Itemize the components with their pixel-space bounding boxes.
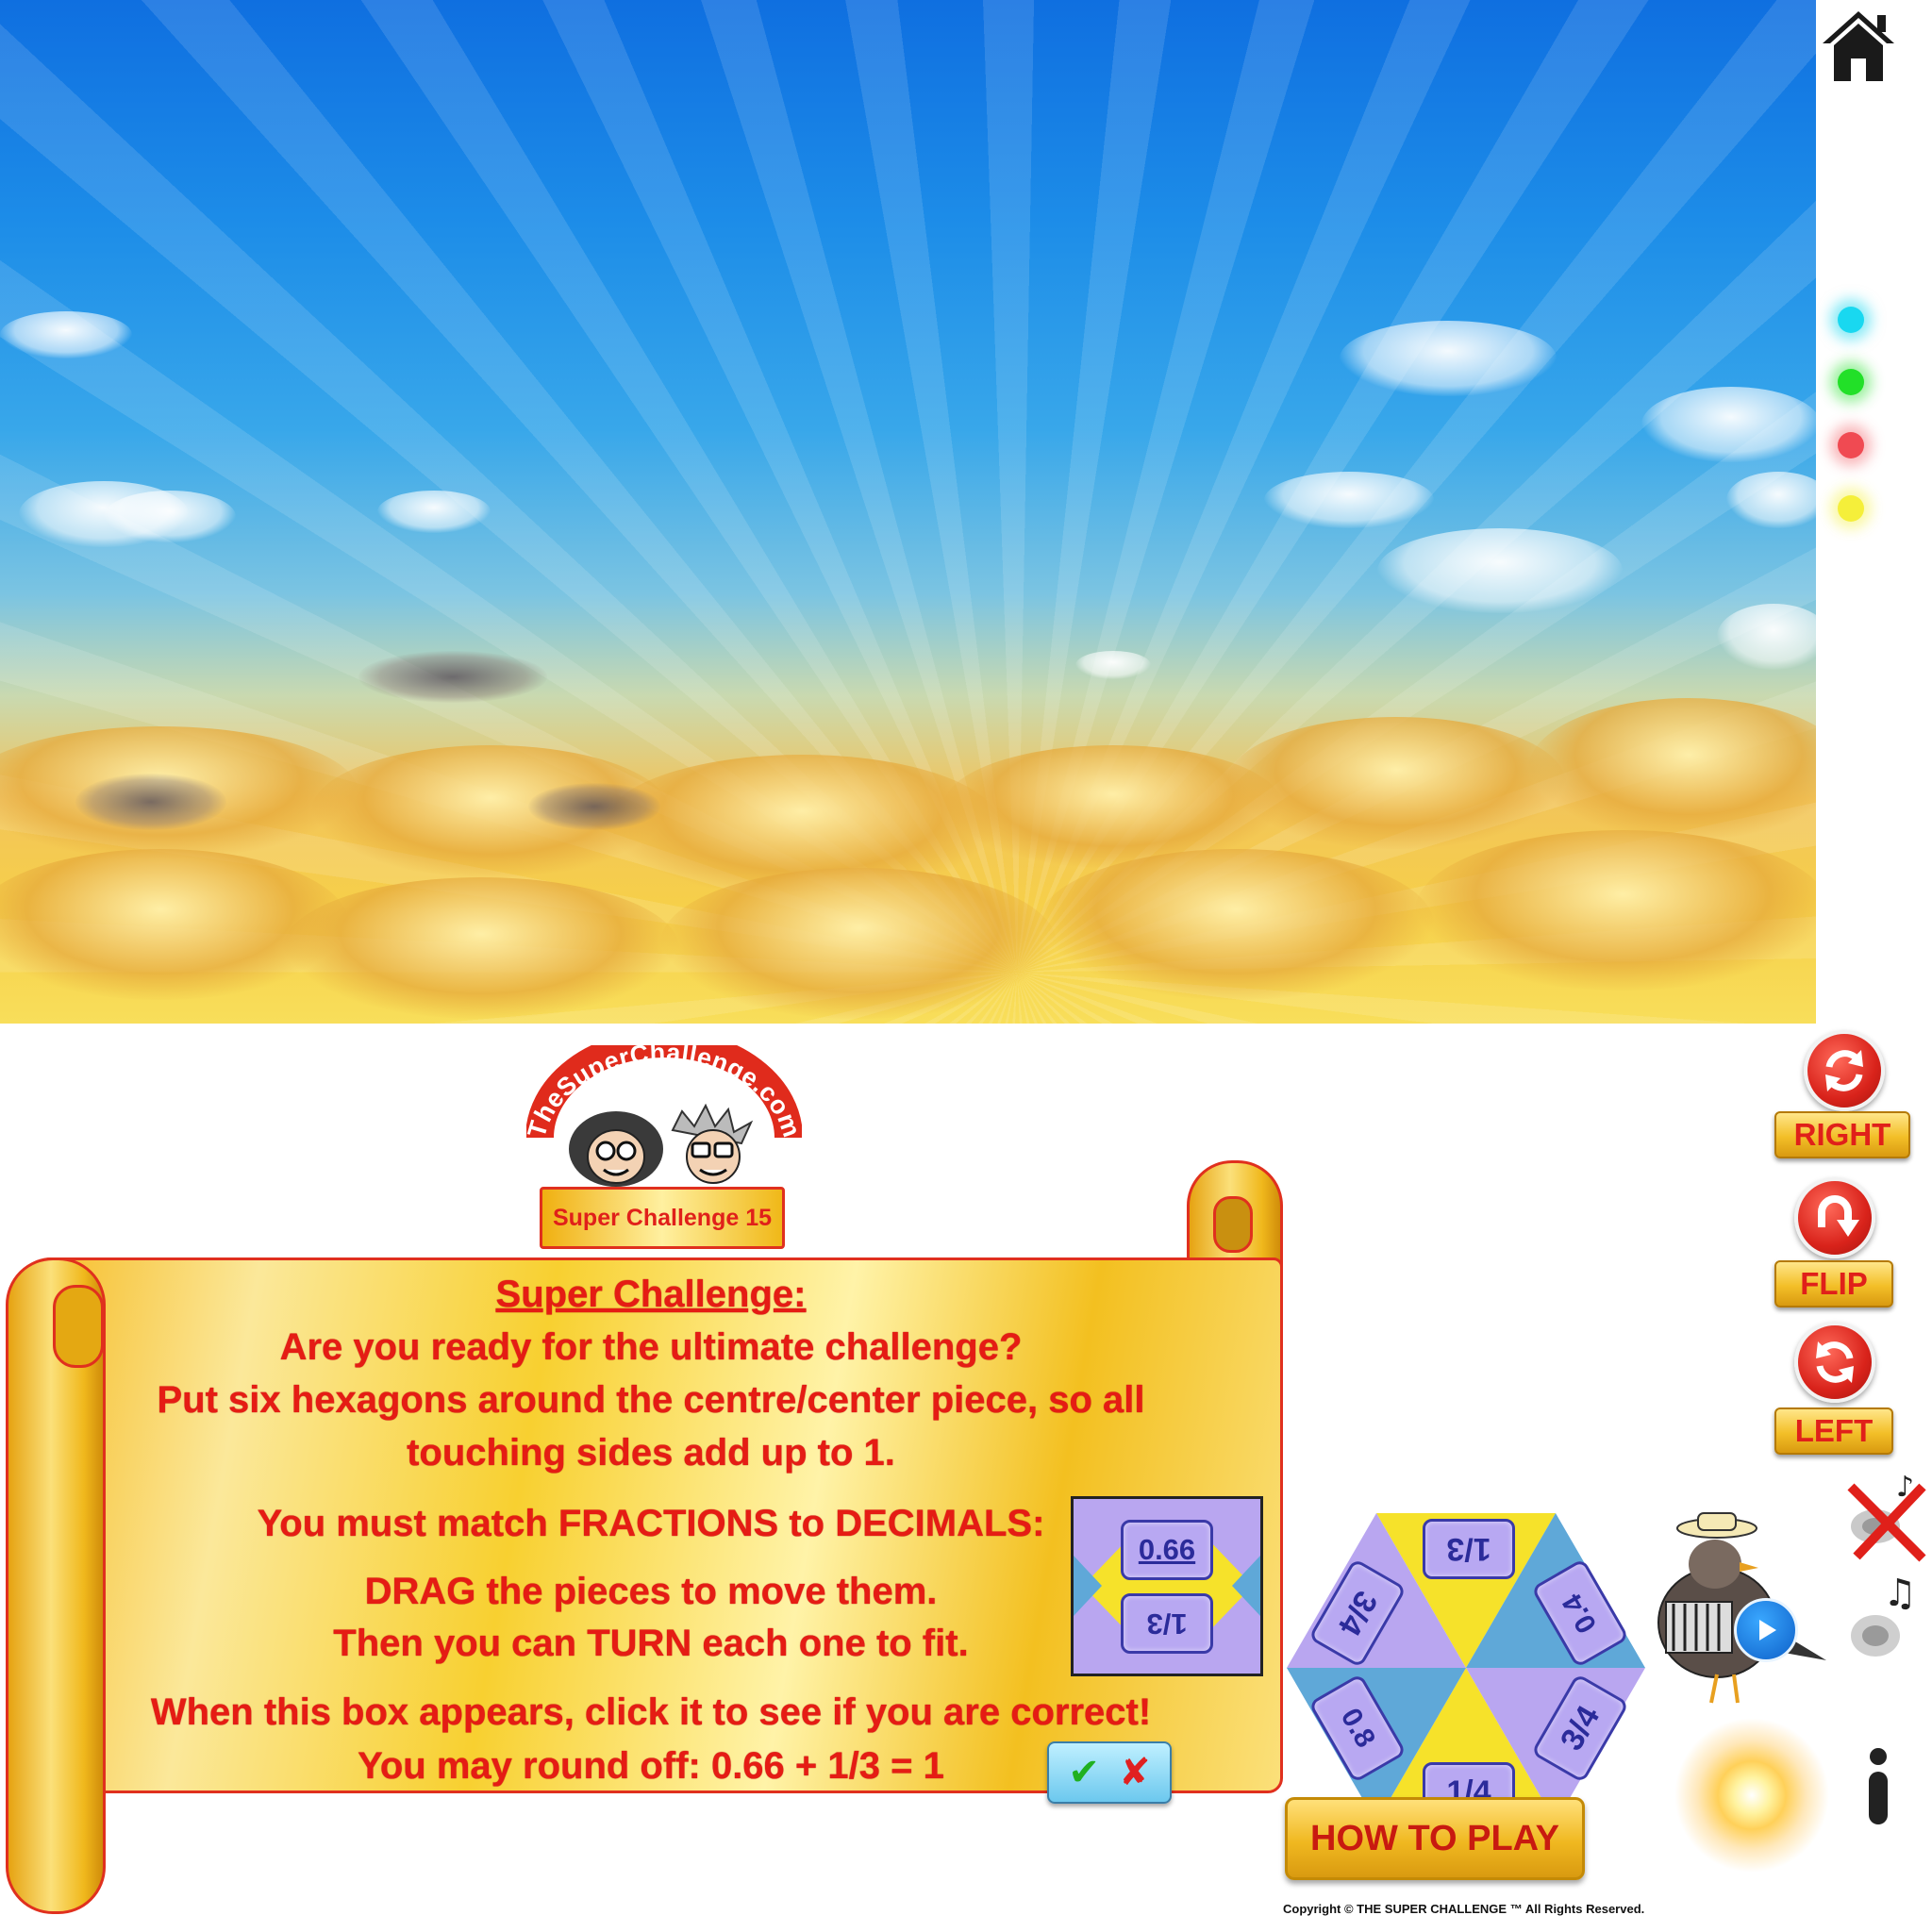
how-to-play-button[interactable]: HOW TO PLAY [1285, 1797, 1585, 1880]
indicator-red [1838, 432, 1864, 458]
bird-icon [1657, 1512, 1826, 1704]
flip-button[interactable] [1794, 1177, 1875, 1258]
example-tile-bottom: 1/3 [1121, 1593, 1213, 1654]
flip-label[interactable]: FLIP [1774, 1260, 1893, 1307]
example-image: 0.66 1/3 [1071, 1496, 1263, 1676]
check-icon: ✔ [1068, 1751, 1100, 1794]
rotate-left-icon [1816, 1341, 1854, 1383]
instructions-line-8: You may round off: 0.66 + 1/3 = 1 [358, 1745, 944, 1787]
sky-background [0, 0, 1816, 1024]
indicator-cyan [1838, 307, 1864, 333]
rotate-right-label[interactable]: RIGHT [1774, 1111, 1910, 1158]
info-button[interactable] [1855, 1745, 1902, 1830]
indicator-yellow [1838, 495, 1864, 522]
flip-icon [1818, 1195, 1859, 1237]
home-icon [1823, 11, 1894, 81]
instructions-line-7: When this box appears, click it to see i… [150, 1691, 1152, 1733]
home-button[interactable] [1819, 6, 1898, 85]
sound-on-icon: ♫ [1851, 1572, 1917, 1657]
indicator-green [1838, 369, 1864, 395]
instructions-line-1: Are you ready for the ultimate challenge… [279, 1326, 1023, 1368]
instructions-line-5: DRAG the pieces to move them. [364, 1571, 938, 1612]
sound-on-button[interactable]: ♫ [1838, 1572, 1932, 1666]
rotate-right-icon [1825, 1050, 1863, 1091]
mascot-bird [1641, 1509, 1830, 1707]
sound-off-icon: ♪ [1847, 1471, 1926, 1562]
sun-burst-icon [1672, 1715, 1832, 1875]
play-music-button[interactable] [1734, 1598, 1798, 1662]
instructions-line-4: You must match FRACTIONS to DECIMALS: [257, 1503, 1045, 1544]
svg-text:♫: ♫ [1883, 1572, 1917, 1615]
sound-off-button[interactable]: ♪ [1838, 1468, 1932, 1562]
rotate-left-label[interactable]: LEFT [1774, 1407, 1893, 1455]
check-answer-button[interactable]: ✔ ✘ [1047, 1741, 1172, 1804]
hex-tile-top: 1/3 [1423, 1519, 1515, 1579]
example-tile-top: 0.66 [1121, 1520, 1213, 1580]
info-icon [1869, 1748, 1888, 1824]
instructions-line-3: touching sides add up to 1. [407, 1432, 895, 1474]
hexagon-piece[interactable]: 1/3 0.4 3/4 1/4 0.8 3/4 [1287, 1513, 1645, 1823]
copyright-text: Copyright © THE SUPER CHALLENGE ™ All Ri… [1283, 1902, 1645, 1916]
cross-icon: ✘ [1119, 1751, 1151, 1794]
play-icon [1759, 1620, 1776, 1641]
instructions-heading: Super Challenge: [495, 1274, 807, 1315]
rotate-left-button[interactable] [1794, 1322, 1875, 1403]
instructions-line-6: Then you can TURN each one to fit. [333, 1623, 969, 1664]
instructions-line-2: Put six hexagons around the centre/cente… [157, 1379, 1145, 1421]
rotate-right-button[interactable] [1804, 1030, 1885, 1111]
